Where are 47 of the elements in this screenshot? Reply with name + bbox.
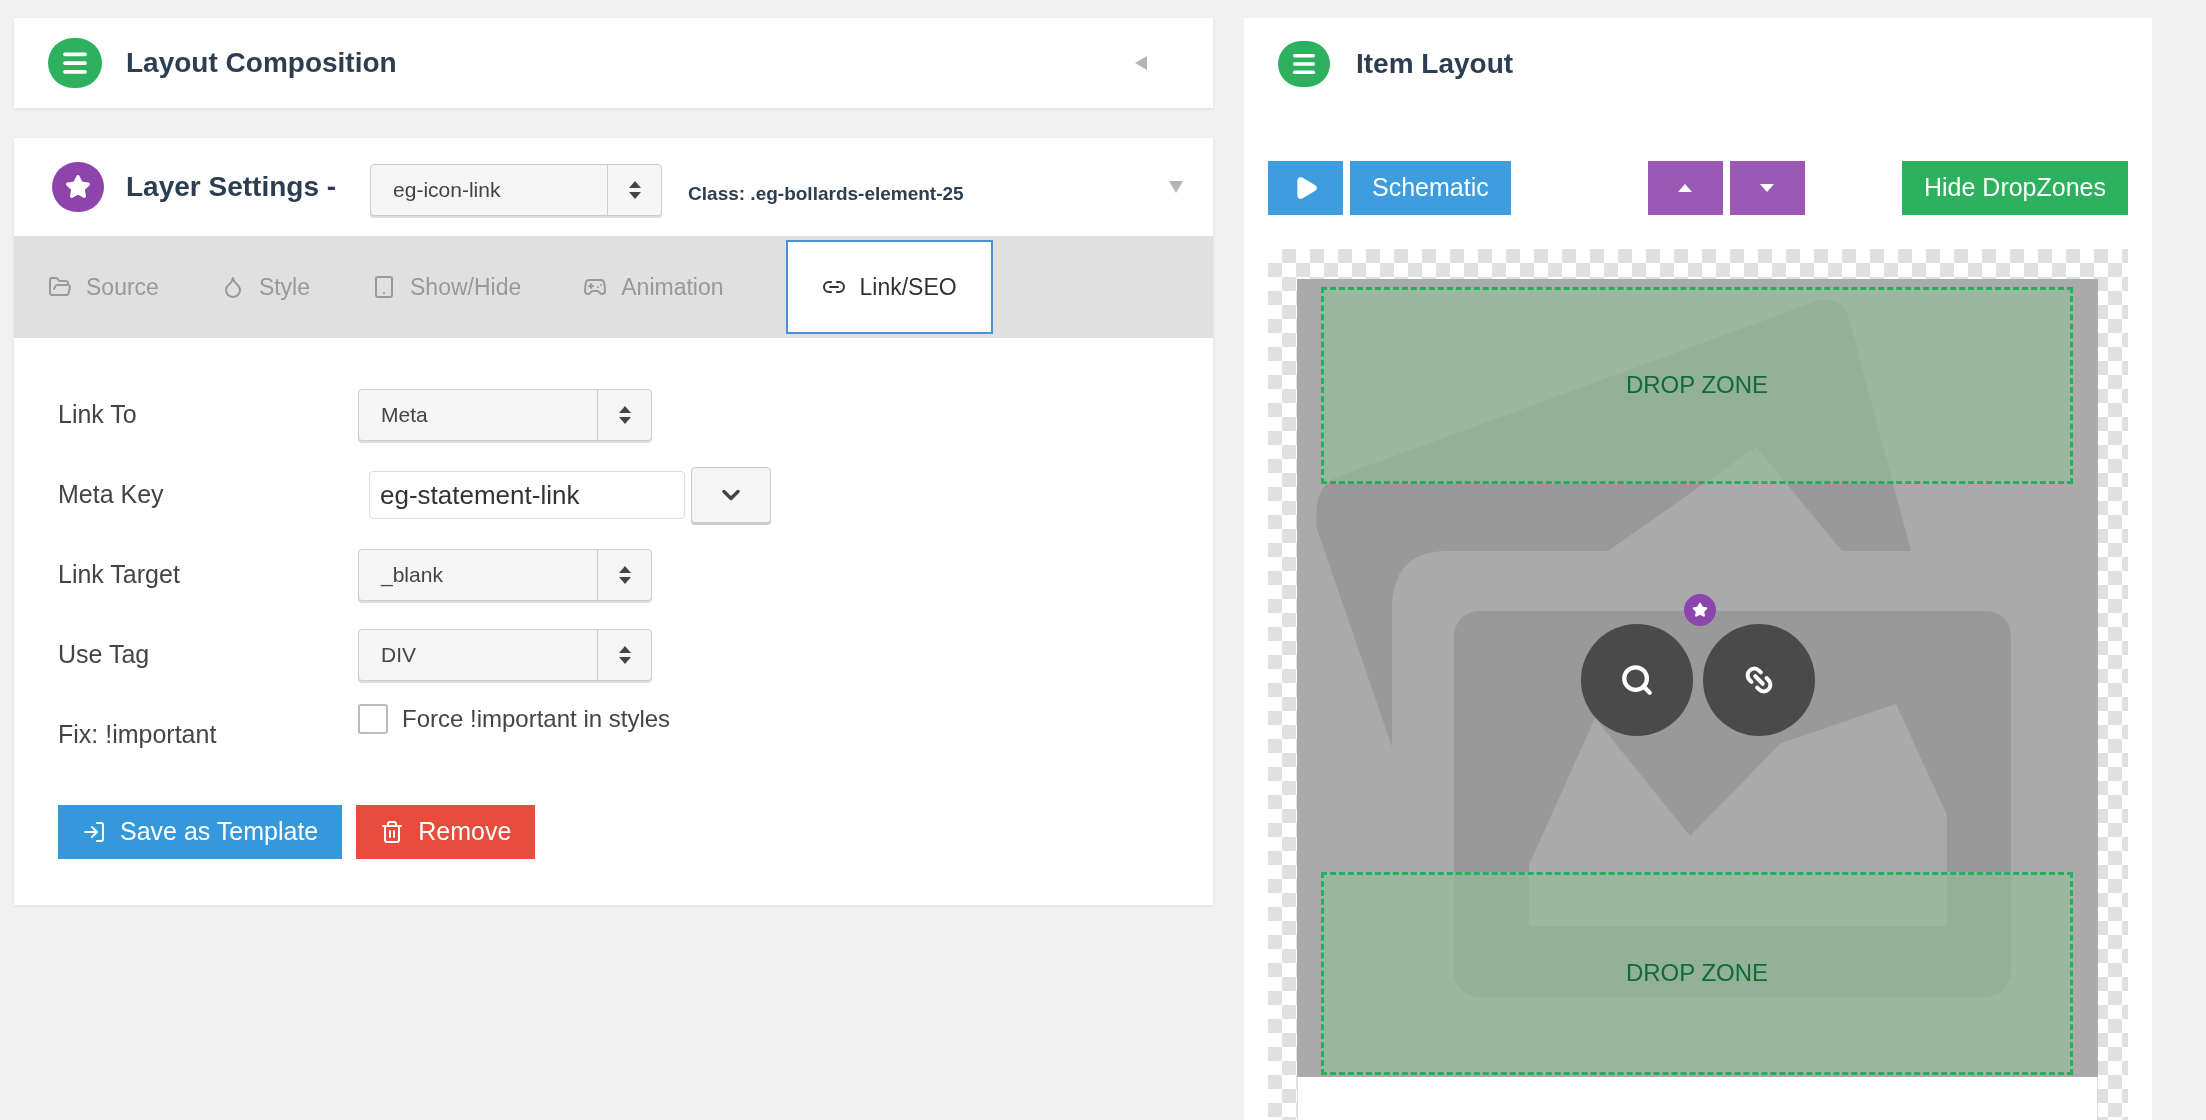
card-title: Layout Composition [126, 46, 397, 80]
select-dropdown[interactable]: Meta [358, 389, 652, 441]
hide-dropzones-button[interactable]: Hide DropZones [1901, 160, 2128, 215]
field-label: Link To [58, 399, 138, 431]
select-dropdown[interactable]: DIV [358, 629, 652, 681]
sort-arrows-icon [618, 646, 631, 664]
dropdown-button[interactable] [691, 467, 772, 523]
select-dropdown[interactable]: eg-icon-link [370, 164, 663, 216]
checkbox[interactable] [358, 704, 388, 734]
select-dropdown[interactable]: _blank [358, 549, 652, 601]
tab-icon [372, 275, 396, 299]
sort-arrows-icon [618, 566, 631, 584]
trash-icon [380, 820, 405, 844]
drop-zone-label: DROP ZONE [1625, 958, 1769, 989]
field-label: Link Target [58, 559, 181, 591]
card-title: Item Layout [1356, 47, 1514, 82]
caret-up-icon [1678, 183, 1693, 192]
class-label: Class: .eg-bollards-element-25 [688, 181, 964, 206]
drop-zone[interactable]: DROP ZONE [1321, 286, 2073, 484]
expand-arrow-icon[interactable] [1135, 56, 1147, 70]
tab[interactable]: Show/Hide [372, 240, 584, 334]
card-title: Layer Settings - [126, 170, 337, 204]
tab[interactable]: Animation [583, 240, 786, 334]
login-icon [82, 820, 106, 844]
move-down-button[interactable] [1729, 160, 1805, 215]
sort-arrows-icon [628, 181, 641, 199]
field-label: Fix: !important [58, 719, 218, 751]
field-label: Meta Key [58, 479, 165, 511]
menu-icon [48, 38, 102, 88]
menu-icon [1278, 41, 1330, 88]
drop-zone[interactable]: DROP ZONE [1321, 871, 2073, 1075]
tab[interactable]: Source [48, 240, 221, 334]
caret-down-icon [1760, 183, 1775, 192]
meta-key-field[interactable]: eg-statement-link [369, 471, 686, 519]
save-template-button[interactable]: Save as Template [58, 805, 343, 859]
tab-icon [48, 275, 72, 299]
tab[interactable]: Style [220, 240, 372, 334]
checkbox-label: Force !important in styles [402, 704, 671, 734]
drop-zone-label: DROP ZONE [1625, 370, 1769, 401]
schematic-button[interactable]: Schematic [1350, 160, 1511, 215]
tab[interactable]: Link/SEO [785, 240, 993, 334]
field-label: Use Tag [58, 639, 151, 671]
collapse-arrow-icon[interactable] [1169, 181, 1183, 193]
sort-arrows-icon [618, 406, 631, 424]
remove-button[interactable]: Remove [356, 805, 536, 859]
move-up-button[interactable] [1647, 160, 1723, 215]
play-button[interactable] [1268, 160, 1343, 215]
